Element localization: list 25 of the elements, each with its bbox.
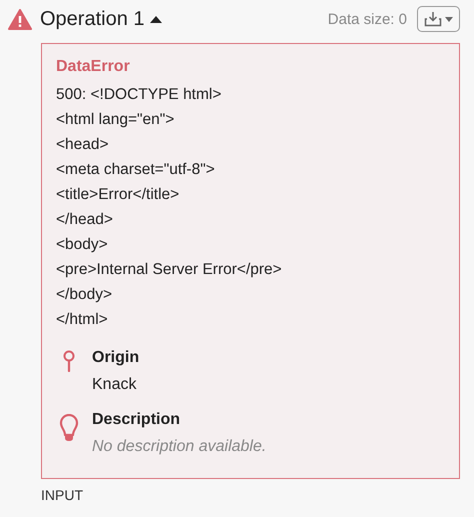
section-heading: INPUT xyxy=(41,487,84,503)
origin-value: Knack xyxy=(92,375,138,395)
error-message-line: </html> xyxy=(56,310,109,330)
operation-title[interactable]: Operation 1 xyxy=(40,8,145,30)
error-message-line: </head> xyxy=(56,210,114,230)
error-message-line: <body> xyxy=(56,235,109,255)
error-message-line: <title>Error</title> xyxy=(56,185,180,205)
origin-label: Origin xyxy=(92,348,140,368)
error-type: DataError xyxy=(56,57,131,77)
error-message-line: <pre>Internal Server Error</pre> xyxy=(56,260,283,280)
error-message-line: <html lang="en"> xyxy=(56,110,176,130)
description-text: No description available. xyxy=(92,437,266,457)
data-size-label: Data size: 0 xyxy=(328,10,407,28)
pin-icon xyxy=(63,350,75,372)
error-message-line: 500: <!DOCTYPE html> xyxy=(56,85,222,105)
warning-icon xyxy=(8,8,32,30)
lightbulb-icon xyxy=(59,414,79,442)
caret-up-icon[interactable] xyxy=(150,15,162,23)
download-button[interactable] xyxy=(417,6,460,32)
error-message-line: </body> xyxy=(56,285,114,305)
error-message-line: <meta charset="utf-8"> xyxy=(56,160,216,180)
error-message-line: <head> xyxy=(56,135,110,155)
description-label: Description xyxy=(92,410,182,430)
caret-down-icon xyxy=(445,16,453,22)
download-icon xyxy=(424,11,442,27)
